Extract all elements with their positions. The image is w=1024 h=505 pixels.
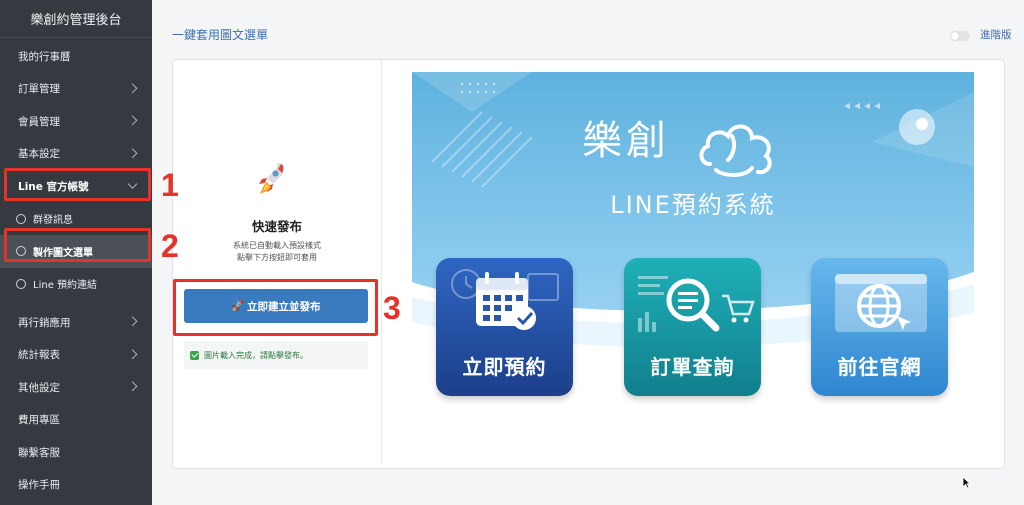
sidebar-item-members[interactable]: 會員管理 <box>0 105 152 138</box>
notice-text: 圖片載入完成，請點擊發布。 <box>204 350 308 360</box>
radio-circle-icon <box>16 213 26 224</box>
sidebar-item-label: 統計報表 <box>18 349 60 362</box>
quick-publish-title: 快速發布 <box>251 219 302 234</box>
sidebar-item-label: 費用專區 <box>18 414 60 427</box>
tile-label: 立即預約 <box>462 355 547 379</box>
rich-menu-card: 快速發布 系統已自動載入預設樣式 點擊下方按鈕即可套用 🚀 立即建立並發布 圖片… <box>172 59 1005 469</box>
sidebar-item-label: 我的行事曆 <box>18 50 71 63</box>
chevron-right-icon <box>127 115 138 126</box>
status-notice: 圖片載入完成，請點擊發布。 <box>184 341 368 369</box>
checkbox-checked-icon <box>190 350 199 360</box>
page-title: 一鍵套用圖文選單 <box>172 28 269 42</box>
chevron-right-icon <box>127 83 138 93</box>
tile-label: 訂單查詢 <box>650 355 735 379</box>
sidebar-item-label: Line 預約連結 <box>33 280 98 292</box>
tile-order-lookup[interactable]: 訂單查詢 <box>624 258 761 396</box>
sidebar-item-reports[interactable]: 統計報表 <box>0 339 152 372</box>
annotation-number: 3 <box>383 290 401 326</box>
sidebar-item-billing[interactable]: 費用專區 <box>0 404 152 437</box>
quick-publish-panel: 快速發布 系統已自動載入預設樣式 點擊下方按鈕即可套用 🚀 立即建立並發布 圖片… <box>173 60 381 468</box>
tile-book-now[interactable]: 立即預約 <box>436 258 573 396</box>
brand-name: 樂創 <box>582 118 670 164</box>
annotation-number: 2 <box>161 228 179 264</box>
sidebar-item-label: 會員管理 <box>18 115 60 128</box>
annotation-box-line-account <box>4 168 151 201</box>
main-content: 一鍵套用圖文選單 進階版 快速發布 系統已自動載入預設樣式 點擊下方按鈕即可套用 <box>152 0 1024 505</box>
rich-menu-preview: 樂創 LINE預約系統 立即預約 訂單查詢 前往官網 <box>412 72 974 450</box>
chevron-right-icon <box>127 349 138 359</box>
app-window: 樂創約管理後台 我的行事曆 訂單管理 會員管理 基本設定 Line 官方帳號 群… <box>0 0 1024 505</box>
annotation-box-rich-menu <box>4 228 151 262</box>
sidebar-item-orders[interactable]: 訂單管理 <box>0 73 152 106</box>
annotation-number: 1 <box>161 167 179 203</box>
annotation-box-publish-button <box>173 279 378 336</box>
sidebar-item-label: 訂單管理 <box>18 83 60 96</box>
sidebar-item-settings[interactable]: 基本設定 <box>0 138 152 171</box>
toggle-knob <box>951 32 959 40</box>
advanced-toggle[interactable] <box>950 31 970 41</box>
description-line: 系統已自動載入預設樣式 <box>233 241 321 250</box>
sidebar-nav: 我的行事曆 訂單管理 會員管理 基本設定 Line 官方帳號 群發訊息 製作圖文… <box>0 40 152 501</box>
sidebar-item-calendar[interactable]: 我的行事曆 <box>0 40 152 73</box>
rocket-icon <box>259 163 284 194</box>
chevron-right-icon <box>127 316 138 327</box>
sidebar-item-label: 操作手冊 <box>18 479 60 492</box>
chevron-right-icon <box>127 148 138 158</box>
sidebar-item-manual[interactable]: 操作手冊 <box>0 469 152 502</box>
sidebar-title: 樂創約管理後台 <box>0 0 152 38</box>
sidebar-item-label: 聯繫客服 <box>18 446 60 459</box>
sidebar-item-other-settings[interactable]: 其他設定 <box>0 371 152 404</box>
sidebar-item-label: 其他設定 <box>18 381 60 394</box>
panel-divider <box>381 60 382 464</box>
sidebar-item-label: 再行銷應用 <box>18 316 71 329</box>
chevron-right-icon <box>127 381 138 392</box>
tile-label: 前往官網 <box>837 355 922 379</box>
system-name: LINE預約系統 <box>610 191 776 219</box>
sidebar-item-label: 基本設定 <box>18 148 60 161</box>
description-line: 點擊下方按鈕即可套用 <box>237 253 317 262</box>
sidebar-item-remarketing[interactable]: 再行銷應用 <box>0 306 152 339</box>
sidebar-subitem-booking-link[interactable]: Line 預約連結 <box>0 268 152 301</box>
quick-publish-description: 系統已自動載入預設樣式 點擊下方按鈕即可套用 <box>173 240 381 264</box>
sidebar-item-label: 群發訊息 <box>33 215 73 227</box>
tile-official-site[interactable]: 前往官網 <box>811 258 948 396</box>
advanced-label[interactable]: 進階版 <box>980 27 1012 42</box>
sidebar-item-support[interactable]: 聯繫客服 <box>0 436 152 469</box>
radio-circle-icon <box>16 278 26 289</box>
mouse-cursor-icon <box>962 476 971 489</box>
